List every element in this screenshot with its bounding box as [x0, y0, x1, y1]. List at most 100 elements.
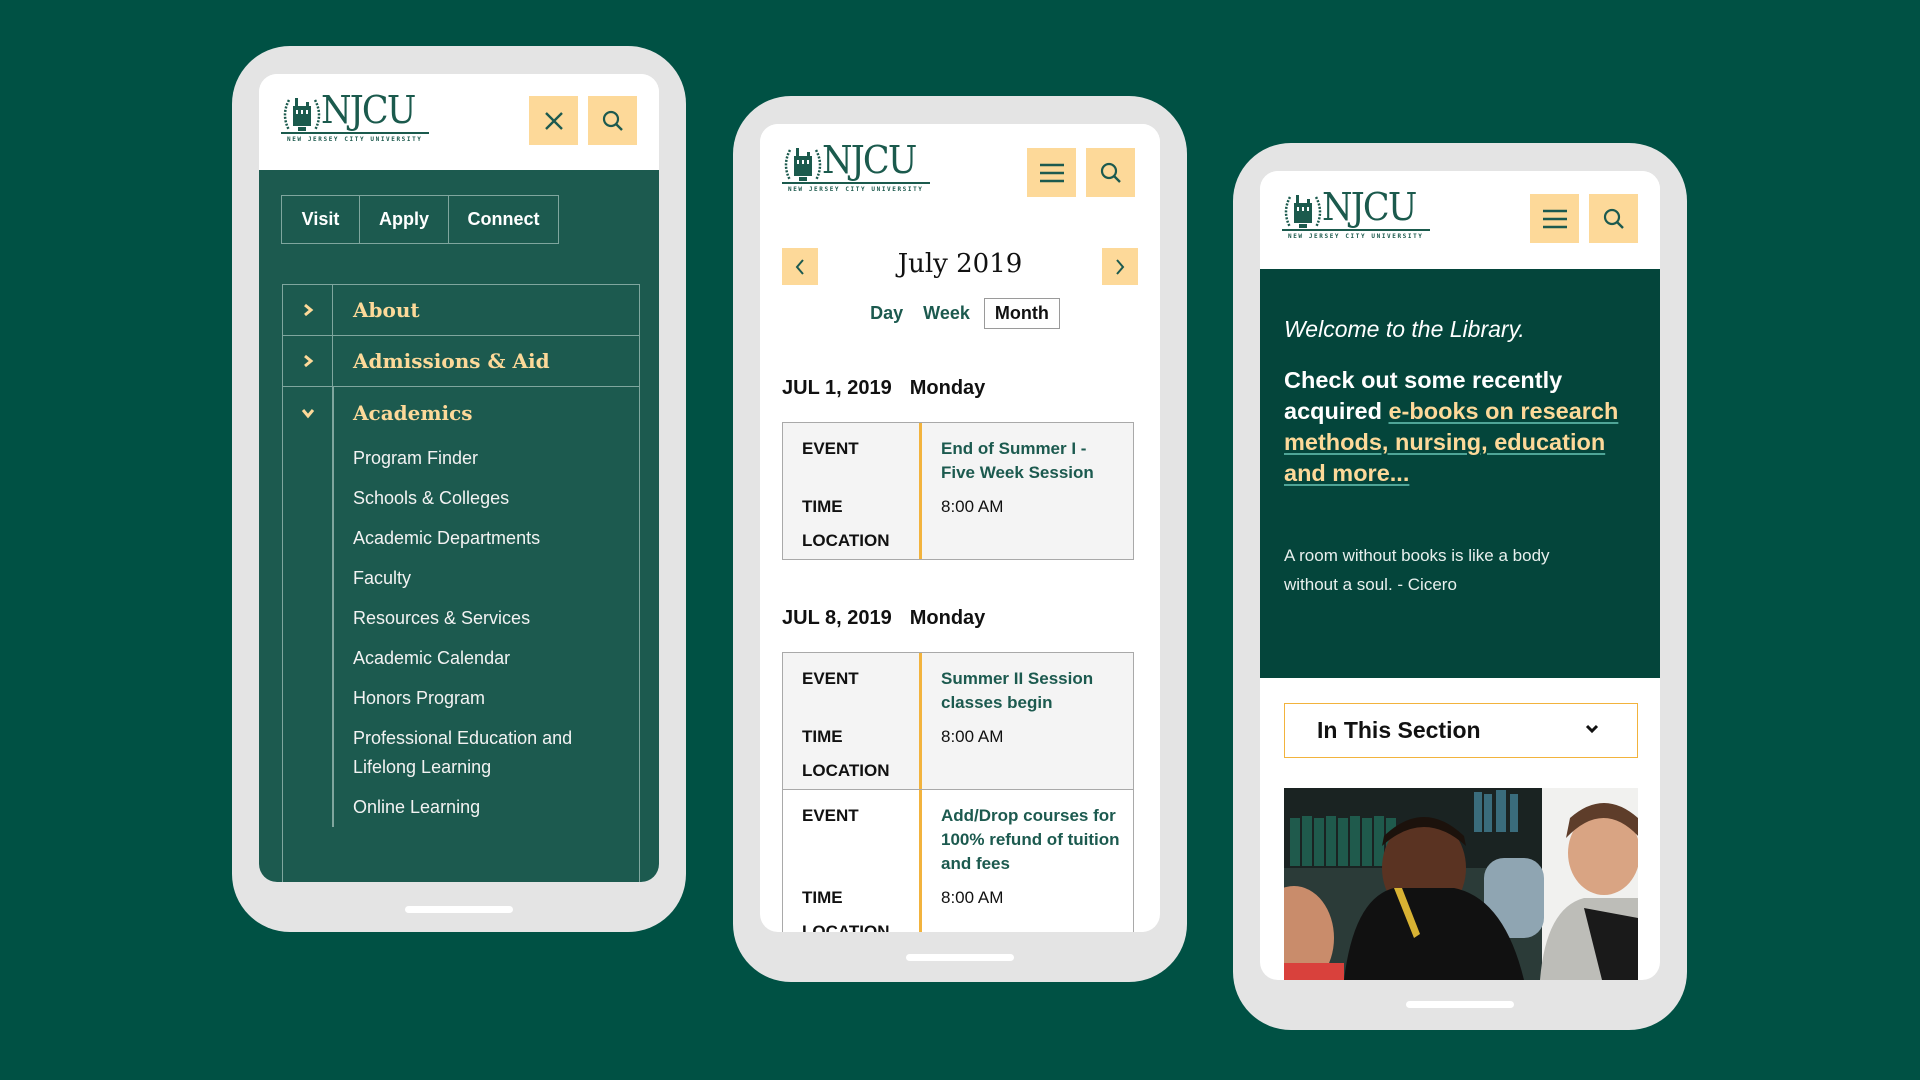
phone-screen: NJCU NEW JERSEY CITY UNIVERSITY Welcome … — [1260, 171, 1660, 980]
dropdown-label: In This Section — [1317, 717, 1481, 743]
day-weekday: Monday — [909, 607, 986, 629]
calendar-month-title: July 2019 — [897, 249, 1023, 279]
logo-wordmark: NJCU — [822, 138, 917, 182]
quick-link-apply[interactable]: Apply — [360, 196, 449, 243]
quick-links: Visit Apply Connect — [281, 195, 559, 244]
event-title-link[interactable]: Summer II Session classes begin — [941, 667, 1121, 715]
menu-item-admissions[interactable]: Admissions & Aid — [283, 336, 639, 387]
next-month-button[interactable] — [1102, 248, 1138, 285]
time-label: TIME — [802, 888, 843, 907]
submenu-item[interactable]: Academic Calendar — [353, 638, 639, 678]
location-label: LOCATION — [802, 922, 890, 932]
chevron-right-icon — [303, 303, 313, 317]
navigation-panel: Visit Apply Connect About Admissions & A… — [259, 170, 659, 882]
menu-divider — [332, 387, 334, 827]
time-label: TIME — [802, 727, 843, 746]
event-label: EVENT — [802, 669, 859, 688]
menu-item-icon-cell — [283, 285, 333, 335]
menu-item-about[interactable]: About — [283, 285, 639, 336]
logo-rule — [782, 182, 930, 184]
hamburger-icon — [1039, 163, 1064, 182]
event-label: EVENT — [802, 439, 859, 458]
location-label: LOCATION — [802, 761, 890, 780]
events-table: EVENT TIME LOCATION End of Summer I - Fi… — [782, 422, 1134, 560]
search-button[interactable] — [1086, 148, 1135, 197]
search-button[interactable] — [1589, 194, 1638, 243]
phone-calendar-mockup: NJCU NEW JERSEY CITY UNIVERSITY July 201… — [733, 96, 1187, 982]
search-icon — [602, 110, 623, 131]
view-month-tab[interactable]: Month — [983, 298, 1060, 329]
njcu-logo[interactable]: NJCU NEW JERSEY CITY UNIVERSITY — [1282, 185, 1432, 245]
logo-tagline: NEW JERSEY CITY UNIVERSITY — [788, 186, 924, 193]
in-this-section-dropdown[interactable]: In This Section — [1284, 703, 1638, 758]
day-heading: JUL 1, 2019 Monday — [782, 377, 985, 400]
event-label: EVENT — [802, 806, 859, 825]
quick-link-visit[interactable]: Visit — [282, 196, 360, 243]
view-day-tab[interactable]: Day — [860, 298, 913, 329]
event-values: End of Summer I - Five Week Session 8:00… — [922, 423, 1133, 559]
chevron-right-icon — [303, 354, 313, 368]
day-weekday: Monday — [909, 377, 986, 399]
library-intro: Check out some recently acquired e-books… — [1284, 365, 1636, 489]
njcu-logo[interactable]: NJCU NEW JERSEY CITY UNIVERSITY — [281, 88, 431, 148]
menu-button[interactable] — [1027, 148, 1076, 197]
submenu-item[interactable]: Resources & Services — [353, 598, 639, 638]
logo-wordmark: NJCU — [321, 88, 416, 132]
site-header: NJCU NEW JERSEY CITY UNIVERSITY — [1260, 171, 1660, 269]
event-time: 8:00 AM — [941, 888, 1004, 907]
day-heading: JUL 8, 2019 Monday — [782, 607, 985, 630]
home-indicator — [405, 906, 513, 913]
main-menu: About Admissions & Aid Academics Program… — [282, 284, 640, 882]
library-welcome-heading: Welcome to the Library. — [1284, 316, 1525, 342]
home-indicator — [906, 954, 1014, 961]
university-seal-icon — [784, 148, 822, 181]
search-icon — [1100, 162, 1121, 183]
menu-item-label: About — [353, 298, 420, 322]
submenu-item[interactable]: Honors Program — [353, 678, 639, 718]
phone-library-mockup: NJCU NEW JERSEY CITY UNIVERSITY Welcome … — [1233, 143, 1687, 1030]
phone-screen: NJCU NEW JERSEY CITY UNIVERSITY July 201… — [760, 124, 1160, 932]
close-icon — [544, 111, 563, 130]
submenu-item[interactable]: Online Learning — [353, 787, 639, 827]
event-row: EVENT TIME LOCATION Summer II Session cl… — [783, 653, 1133, 790]
library-quote: A room without books is like a body with… — [1284, 546, 1550, 594]
event-row: EVENT TIME LOCATION Add/Drop courses for… — [783, 790, 1133, 932]
search-button[interactable] — [588, 96, 637, 145]
submenu-item[interactable]: Program Finder — [353, 438, 639, 478]
photo-illustration — [1284, 788, 1638, 980]
home-indicator — [1406, 1001, 1514, 1008]
view-toggle: Day Week Month — [760, 298, 1160, 329]
submenu-item[interactable]: Academic Departments — [353, 518, 639, 558]
menu-item-academics[interactable]: Academics — [283, 387, 639, 438]
event-values: Add/Drop courses for 100% refund of tuit… — [922, 790, 1133, 932]
library-hero: Welcome to the Library. Check out some r… — [1260, 269, 1660, 678]
hamburger-icon — [1542, 209, 1567, 228]
day-date: JUL 8, 2019 — [782, 607, 892, 629]
event-values: Summer II Session classes begin 8:00 AM — [922, 653, 1133, 789]
events-table: EVENT TIME LOCATION Summer II Session cl… — [782, 652, 1134, 932]
site-header: NJCU NEW JERSEY CITY UNIVERSITY — [760, 124, 1160, 220]
students-photo — [1284, 788, 1638, 980]
menu-item-icon-cell — [283, 387, 333, 438]
event-title-link[interactable]: Add/Drop courses for 100% refund of tuit… — [941, 804, 1121, 876]
submenu-item[interactable]: Schools & Colleges — [353, 478, 639, 518]
submenu-item[interactable]: Faculty — [353, 558, 639, 598]
menu-button[interactable] — [1530, 194, 1579, 243]
submenu-item[interactable]: Professional Education and Lifelong Lear… — [353, 718, 593, 787]
menu-item-icon-cell — [283, 336, 333, 386]
event-labels: EVENT TIME LOCATION — [783, 423, 922, 559]
event-row: EVENT TIME LOCATION End of Summer I - Fi… — [783, 423, 1133, 559]
event-labels: EVENT TIME LOCATION — [783, 790, 922, 932]
njcu-logo[interactable]: NJCU NEW JERSEY CITY UNIVERSITY — [782, 138, 932, 198]
site-header: NJCU NEW JERSEY CITY UNIVERSITY — [259, 74, 659, 170]
event-title-link[interactable]: End of Summer I - Five Week Session — [941, 437, 1121, 485]
logo-rule — [1282, 229, 1430, 231]
quick-link-connect[interactable]: Connect — [449, 196, 558, 243]
chevron-down-icon — [1585, 724, 1599, 734]
search-icon — [1603, 208, 1624, 229]
location-label: LOCATION — [802, 531, 890, 550]
event-time: 8:00 AM — [941, 497, 1004, 516]
view-week-tab[interactable]: Week — [913, 298, 980, 329]
close-menu-button[interactable] — [529, 96, 578, 145]
university-seal-icon — [1284, 195, 1322, 228]
